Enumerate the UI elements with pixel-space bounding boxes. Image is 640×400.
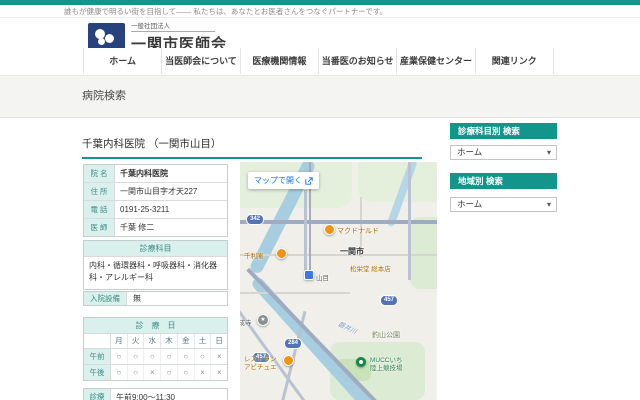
open-map-button[interactable]: マップで開く	[248, 172, 319, 189]
area-search-select[interactable]: ホーム ▾	[450, 197, 557, 212]
map-road-457	[408, 162, 411, 280]
day-header: 木	[161, 334, 178, 348]
table-row: 院 名 千葉内科医院	[84, 165, 227, 183]
page: 誰もが健康で明るい街を目指して―― 私たちは、あなたとお医者さんをつなぐパートナ…	[0, 0, 640, 400]
table-row: 電 話 0191-25-3211	[84, 201, 227, 219]
info-label: 医 師	[84, 219, 115, 236]
sidebar-area-search-header: 地域別 検索	[450, 173, 557, 189]
info-value: 千葉 修二	[120, 223, 155, 232]
schedule-pm-row: 午後 ○ ○ × ○ ○ × ×	[84, 365, 227, 380]
inpatient-value: 無	[133, 294, 141, 303]
clinic-name-heading: 千葉内科医院 （一関市山目）	[82, 136, 422, 159]
stadium-label-line2: 陸上競技場	[370, 365, 403, 372]
temple-label: 願成寺	[240, 320, 252, 327]
nav-item-links[interactable]: 関連リンク	[475, 48, 554, 74]
city-label: 一関市	[340, 247, 364, 256]
info-label: 院 名	[84, 165, 115, 182]
info-value: 一関市山目字才天227	[120, 187, 198, 196]
logo-org-type: 一般社団法人	[131, 20, 215, 32]
river-label: 磐井川	[336, 321, 358, 336]
day-header: 日	[215, 336, 223, 345]
departments-box: 診療科目 内科・循環器科・呼吸器科・消化器科・アレルギー科	[83, 240, 228, 290]
temple-icon[interactable]: ★	[257, 314, 269, 326]
hours-value: 午前9:00～11:30	[116, 393, 175, 400]
map-road	[304, 190, 307, 278]
chevron-down-icon: ▾	[546, 148, 551, 157]
day-header: 土	[195, 334, 212, 348]
soba-shop-pin-icon[interactable]	[276, 248, 287, 259]
main-nav: ホーム 当医師会について 医療機関情報 当番医のお知らせ 産業保健センター 関連…	[83, 48, 554, 74]
hours-label: 診療	[84, 389, 111, 400]
nav-item-duty-doctor[interactable]: 当番医のお知らせ	[318, 48, 398, 74]
nav-item-home[interactable]: ホーム	[84, 48, 163, 74]
mcdonalds-label: マクドナルド	[337, 228, 379, 235]
day-header: 火	[128, 334, 145, 348]
departments-header: 診療科目	[84, 241, 227, 257]
schedule-table: 診 療 日 月 火 水 木 金 土 日 午前 ○ ○ ○ ○ ○ ○ × 午後 …	[83, 317, 228, 381]
header-divider	[0, 17, 640, 18]
map-road	[240, 292, 350, 294]
nav-item-health-center[interactable]: 産業保健センター	[397, 48, 476, 74]
route-shield-457: 457	[380, 295, 399, 306]
dept-search-select[interactable]: ホーム ▾	[450, 145, 557, 160]
external-link-icon	[305, 176, 313, 185]
map-canvas[interactable]: 342 457 284 457 マクドナルド 千利庵 一関市 松栄堂 総本店 山…	[240, 162, 437, 400]
station-label: 山目	[316, 275, 329, 282]
soba-shop-label: 千利庵	[244, 253, 264, 260]
nav-item-about[interactable]: 当医師会について	[162, 48, 241, 74]
map-green-area	[410, 217, 437, 289]
day-header: 金	[178, 334, 195, 348]
schedule-days-row: 月 火 水 木 金 土 日	[84, 334, 227, 349]
logo-flower-icon	[88, 23, 125, 51]
open-map-label: マップで開く	[254, 176, 302, 185]
day-header: 月	[111, 334, 128, 348]
sidebar-dept-search-header: 診療科目別 検索	[450, 123, 557, 139]
info-label: 住 所	[84, 183, 115, 200]
hours-row: 診療 午前9:00～11:30	[83, 388, 228, 400]
row-label: 午前	[84, 349, 111, 364]
restaurant-pin-icon[interactable]	[283, 355, 294, 366]
restaurant-label-line2: アビチュエ	[244, 364, 277, 371]
table-row: 住 所 一関市山目字才天227	[84, 183, 227, 201]
area-search-selected: ホーム	[457, 199, 483, 209]
mcdonalds-pin-icon[interactable]	[324, 224, 335, 235]
inpatient-row: 入院設備 無	[83, 291, 228, 306]
dept-search-selected: ホーム	[457, 147, 483, 157]
info-label: 電 話	[84, 201, 115, 218]
route-shield-284: 284	[284, 338, 303, 349]
schedule-am-row: 午前 ○ ○ ○ ○ ○ ○ ×	[84, 349, 227, 365]
info-value: 0191-25-3211	[120, 205, 170, 214]
inpatient-label: 入院設備	[84, 292, 127, 305]
route-shield-342: 342	[246, 214, 265, 225]
park-label: 釣山公園	[372, 332, 400, 339]
nav-item-institutions[interactable]: 医療機関情報	[240, 48, 319, 74]
info-value: 千葉内科医院	[120, 169, 168, 178]
departments-value: 内科・循環器科・呼吸器科・消化器科・アレルギー科	[89, 261, 217, 283]
shoeido-label: 松栄堂 総本店	[350, 266, 391, 273]
schedule-header: 診 療 日	[84, 318, 227, 334]
chevron-down-icon: ▾	[546, 200, 551, 209]
day-header: 水	[144, 334, 162, 348]
stadium-pin-icon[interactable]	[356, 357, 366, 367]
table-row: 医 師 千葉 修二	[84, 219, 227, 236]
page-title: 病院検索	[82, 90, 126, 102]
clinic-info-table: 院 名 千葉内科医院 住 所 一関市山目字才天227 電 話 0191-25-3…	[83, 164, 228, 237]
station-icon[interactable]	[304, 270, 314, 280]
row-label: 午後	[84, 365, 111, 380]
